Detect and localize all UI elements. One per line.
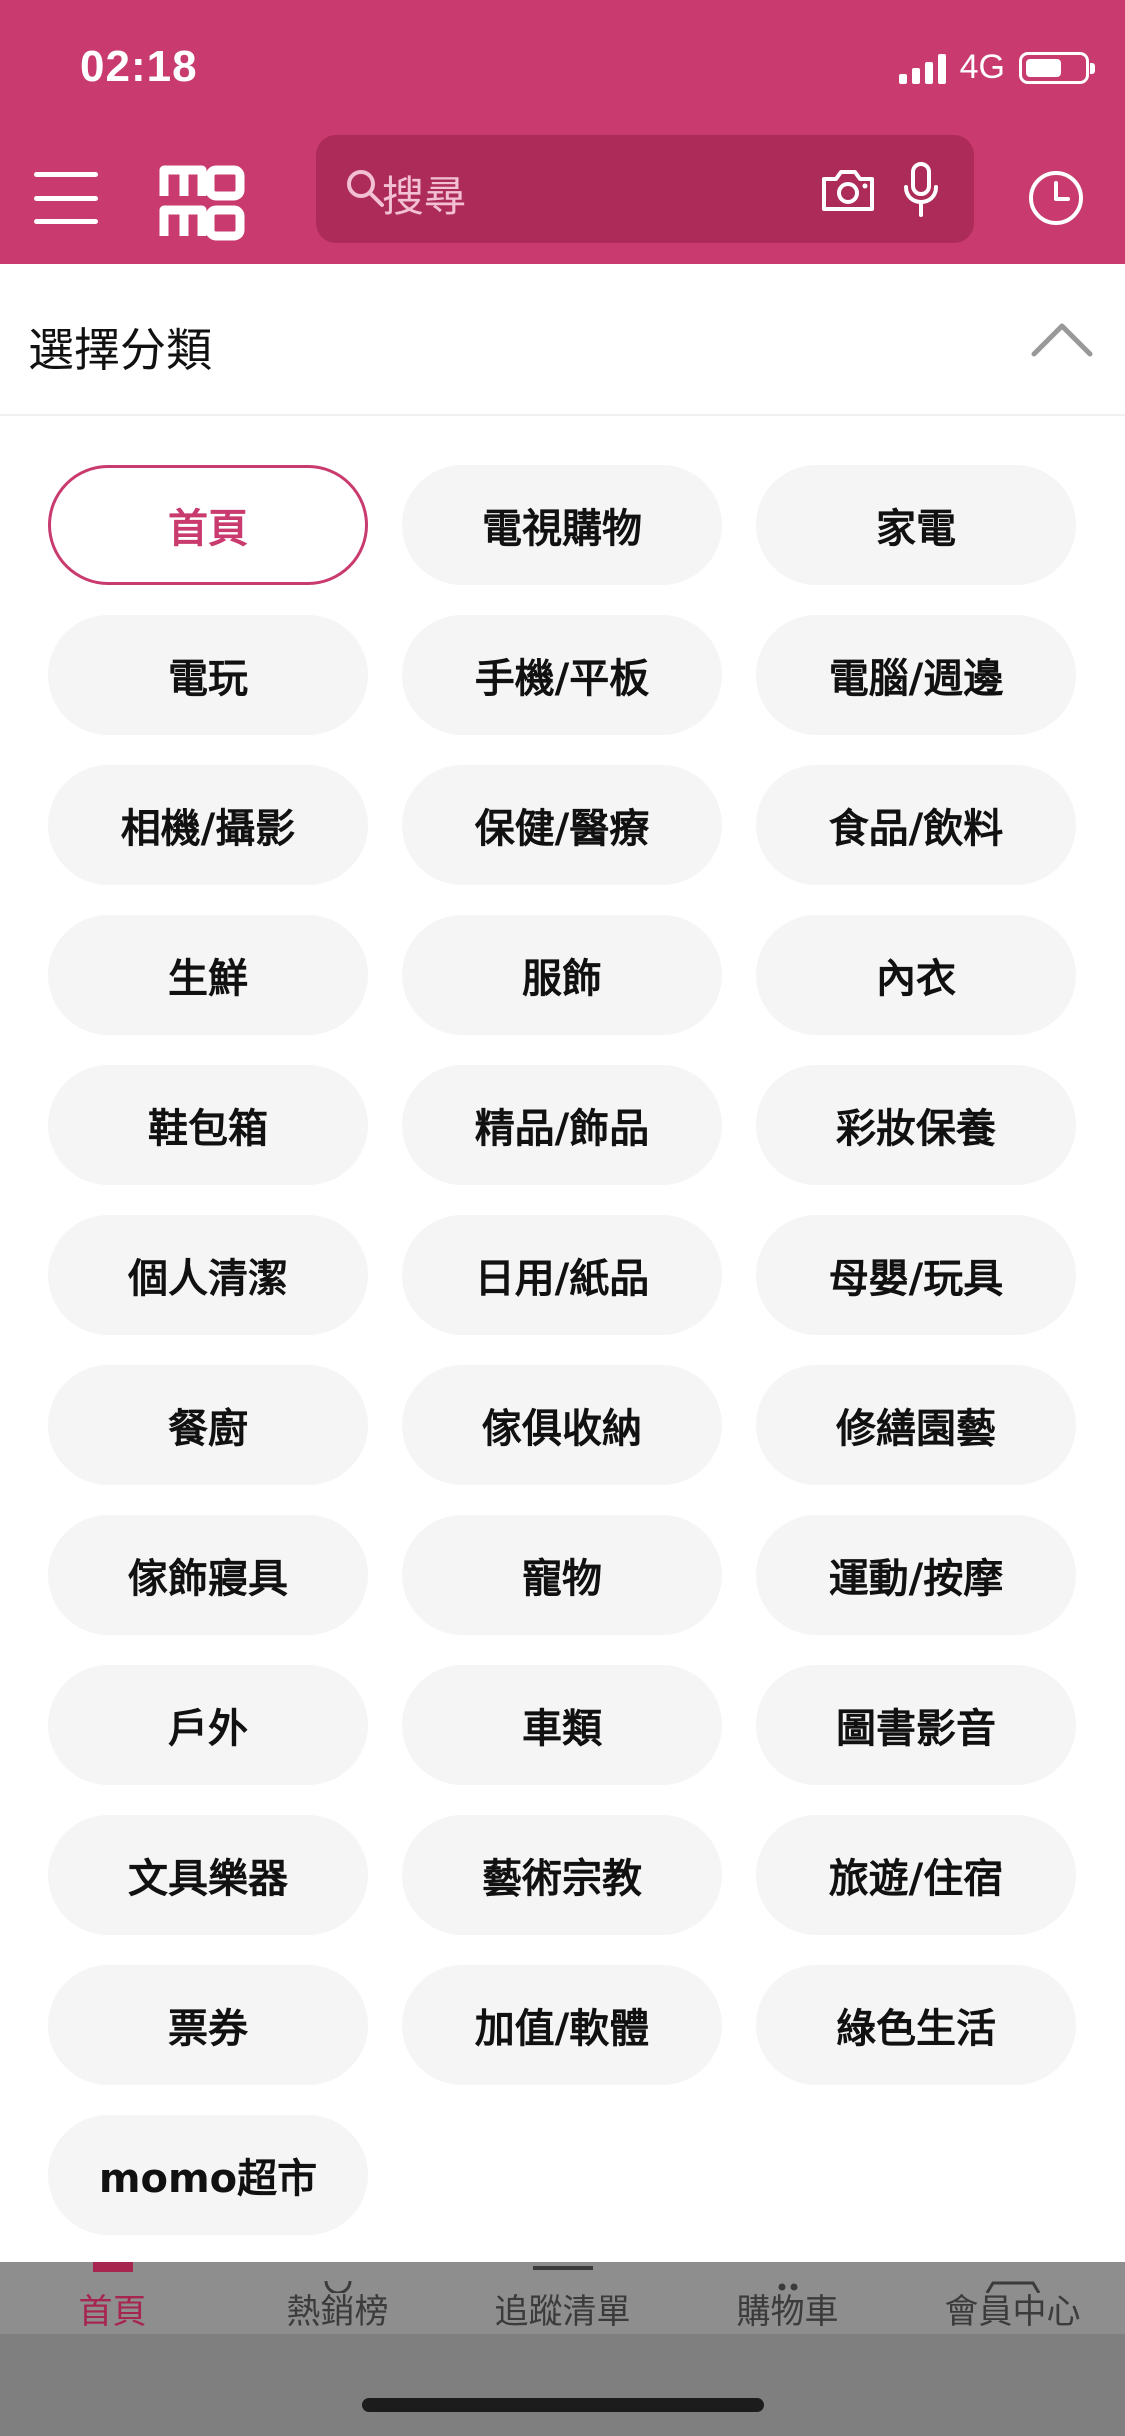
- tab-cart[interactable]: 購物車: [675, 2262, 900, 2334]
- battery-icon: [1019, 51, 1095, 84]
- category-pill[interactable]: 家電: [756, 465, 1076, 585]
- signal-icon: [898, 52, 946, 84]
- category-pill[interactable]: 圖書影音: [756, 1665, 1076, 1785]
- category-pill[interactable]: 生鮮: [48, 915, 368, 1035]
- tab-home[interactable]: 首頁: [0, 2262, 225, 2334]
- tab-label: 購物車: [736, 2292, 839, 2332]
- list-icon: [532, 2266, 593, 2270]
- history-icon[interactable]: [1026, 168, 1086, 232]
- home-icon: [92, 2262, 133, 2272]
- menu-icon[interactable]: [34, 172, 98, 224]
- category-pill[interactable]: 鞋包箱: [48, 1065, 368, 1185]
- tab-label: 熱銷榜: [286, 2292, 389, 2332]
- status-time: 02:18: [80, 42, 198, 91]
- category-pill[interactable]: 個人清潔: [48, 1215, 368, 1335]
- category-pill[interactable]: 傢飾寢具: [48, 1515, 368, 1635]
- category-pill[interactable]: 綠色生活: [756, 1965, 1076, 2085]
- category-pill[interactable]: 電腦/週邊: [756, 615, 1076, 735]
- category-pill[interactable]: 母嬰/玩具: [756, 1215, 1076, 1335]
- camera-icon[interactable]: [820, 167, 876, 217]
- member-icon: [983, 2262, 1043, 2294]
- category-pill[interactable]: 運動/按摩: [756, 1515, 1076, 1635]
- category-pill[interactable]: 加值/軟體: [402, 1965, 722, 2085]
- category-pill[interactable]: 藝術宗教: [402, 1815, 722, 1935]
- category-pill-active[interactable]: 首頁: [48, 465, 368, 585]
- divider: [0, 414, 1125, 416]
- category-pill[interactable]: 車類: [402, 1665, 722, 1785]
- microphone-icon[interactable]: [901, 161, 941, 223]
- category-pill[interactable]: 手機/平板: [402, 615, 722, 735]
- tab-member[interactable]: 會員中心: [900, 2262, 1125, 2334]
- category-header[interactable]: 選擇分類: [20, 310, 1100, 377]
- search-bar[interactable]: 搜尋: [316, 135, 974, 243]
- category-pill[interactable]: 彩妝保養: [756, 1065, 1076, 1185]
- home-indicator-area: [0, 2334, 1125, 2436]
- tab-label: 首頁: [78, 2292, 147, 2332]
- bottom-tab-bar: 首頁 熱銷榜 追蹤清單 購物車 會員中心: [0, 2262, 1125, 2334]
- category-pill[interactable]: 電玩: [48, 615, 368, 735]
- category-pill[interactable]: 修繕園藝: [756, 1365, 1076, 1485]
- category-pill[interactable]: 精品/飾品: [402, 1065, 722, 1185]
- category-pill[interactable]: 旅遊/住宿: [756, 1815, 1076, 1935]
- home-indicator[interactable]: [362, 2398, 764, 2412]
- category-pill[interactable]: 戶外: [48, 1665, 368, 1785]
- category-pill[interactable]: 保健/醫療: [402, 765, 722, 885]
- category-pill[interactable]: 食品/飲料: [756, 765, 1076, 885]
- chevron-up-icon[interactable]: [1030, 320, 1094, 362]
- tab-bestsellers[interactable]: 熱銷榜: [225, 2262, 450, 2334]
- tab-label: 追蹤清單: [494, 2292, 631, 2332]
- category-section-title: 選擇分類: [28, 323, 212, 377]
- category-pill[interactable]: 票券: [48, 1965, 368, 2085]
- category-pill[interactable]: 服飾: [402, 915, 722, 1035]
- category-pill[interactable]: 日用/紙品: [402, 1215, 722, 1335]
- search-placeholder[interactable]: 搜尋: [382, 163, 466, 224]
- category-pill[interactable]: 文具樂器: [48, 1815, 368, 1935]
- network-label: 4G: [959, 48, 1005, 86]
- medal-icon: [318, 2262, 358, 2295]
- momo-logo[interactable]: [158, 162, 248, 242]
- app-header: 02:18 4G 搜尋: [0, 0, 1125, 264]
- category-pill[interactable]: 電視購物: [402, 465, 722, 585]
- category-pill[interactable]: 相機/攝影: [48, 765, 368, 885]
- category-pill[interactable]: momo超市: [48, 2115, 368, 2235]
- search-icon: [344, 167, 386, 213]
- cart-icon: [768, 2262, 808, 2291]
- category-pill[interactable]: 傢俱收納: [402, 1365, 722, 1485]
- tab-watchlist[interactable]: 追蹤清單: [450, 2262, 675, 2334]
- status-bar: 02:18 4G: [0, 0, 1125, 132]
- status-indicators: 4G: [898, 48, 1095, 87]
- tab-label: 會員中心: [944, 2292, 1081, 2332]
- category-pill[interactable]: 餐廚: [48, 1365, 368, 1485]
- category-pill[interactable]: 寵物: [402, 1515, 722, 1635]
- category-pill[interactable]: 內衣: [756, 915, 1076, 1035]
